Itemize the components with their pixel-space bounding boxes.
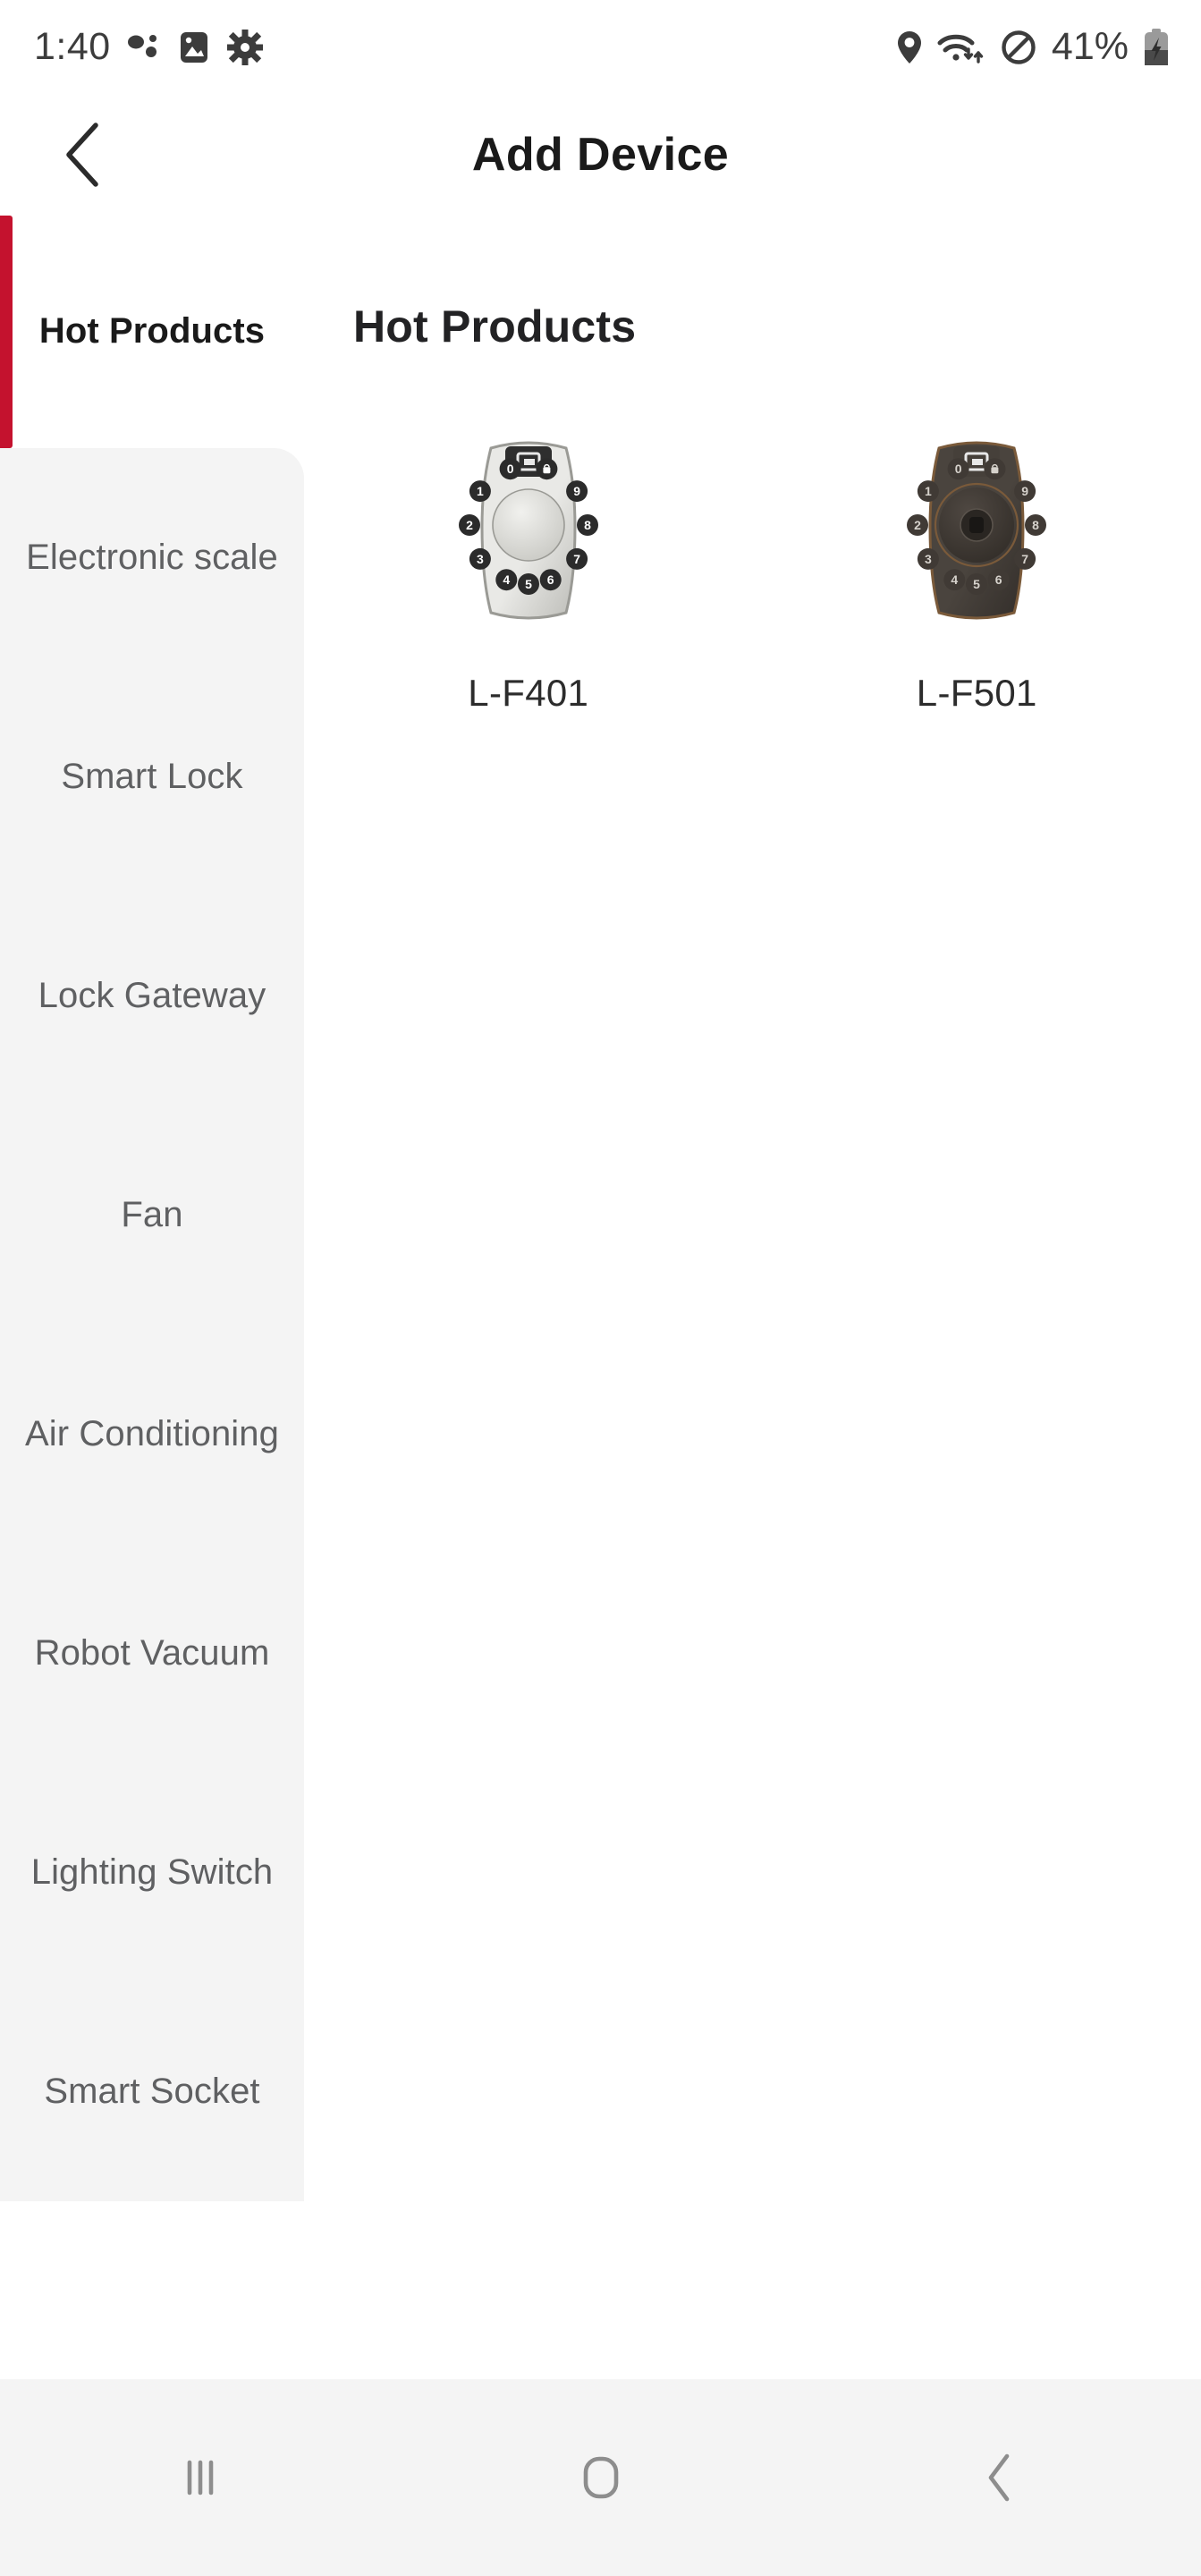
category-sidebar[interactable]: Hot Products Electronic scale Smart Lock Lo… — [0, 216, 304, 2379]
status-bar-left: 1:40 — [34, 25, 264, 69]
svg-text:4: 4 — [503, 572, 510, 587]
sidebar-item-label: Smart Socket — [44, 2071, 260, 2111]
sidebar-item-label: Hot Products — [38, 311, 266, 352]
system-nav-bar — [0, 2379, 1201, 2576]
svg-text:5: 5 — [973, 577, 980, 591]
svg-text:2: 2 — [466, 518, 473, 532]
svg-text:1: 1 — [477, 484, 484, 498]
svg-text:3: 3 — [925, 552, 932, 566]
sidebar-scroll: Hot Products Electronic scale Smart Lock Lo… — [0, 216, 304, 2201]
notification-dots-icon — [127, 34, 156, 57]
product-image: 0 1 2 3 4 5 6 7 8 9 — [426, 428, 631, 634]
chevron-left-icon — [66, 123, 98, 187]
page-title: Add Device — [471, 129, 730, 181]
svg-text:9: 9 — [1021, 484, 1028, 498]
settings-gear-icon — [226, 29, 263, 65]
status-bar-clock: 1:40 — [34, 25, 111, 68]
svg-text:4: 4 — [951, 572, 959, 587]
svg-text:9: 9 — [573, 484, 580, 498]
image-icon — [180, 31, 207, 63]
smart-lock-keypad-icon: 0 1 2 3 4 5 6 7 8 9 — [907, 441, 1047, 620]
back-chevron-icon — [988, 2453, 1010, 2502]
sidebar-item-label: Lighting Switch — [30, 1852, 274, 1892]
sidebar-item-smart-socket[interactable]: Smart Socket — [0, 1982, 304, 2201]
product-card[interactable]: 0 1 2 3 4 5 6 7 8 9 L-F401 — [304, 412, 753, 715]
sidebar-item-electronic-scale[interactable]: Electronic scale — [0, 448, 304, 667]
svg-text:0: 0 — [955, 462, 962, 476]
svg-text:0: 0 — [506, 462, 513, 476]
nav-home-button[interactable] — [401, 2379, 801, 2576]
battery-charging-icon — [1145, 28, 1168, 65]
sidebar-item-fan[interactable]: Fan — [0, 1106, 304, 1325]
product-card[interactable]: 0 1 2 3 45 6 7 8 9 L-F501 — [753, 412, 1201, 715]
svg-text:2: 2 — [914, 518, 921, 532]
nav-recents-button[interactable] — [0, 2379, 401, 2576]
svg-text:8: 8 — [584, 518, 591, 532]
smart-lock-keypad-icon: 0 1 2 3 4 5 6 7 8 9 — [458, 441, 598, 620]
svg-text:7: 7 — [1021, 552, 1028, 566]
content-area: Hot Products Electronic scale Smart Lock Lo… — [0, 216, 1201, 2379]
svg-text:3: 3 — [477, 552, 484, 566]
product-name: L-F401 — [468, 672, 589, 714]
sidebar-item-robot-vacuum[interactable]: Robot Vacuum — [0, 1544, 304, 1763]
wifi-icon — [937, 34, 984, 64]
sidebar-item-lighting-switch[interactable]: Lighting Switch — [0, 1763, 304, 1982]
battery-percent-label: 41% — [1051, 25, 1129, 68]
sidebar-item-hot-products[interactable]: Hot Products — [0, 216, 304, 448]
section-heading: Hot Products — [353, 301, 637, 352]
home-icon — [583, 2456, 618, 2499]
recents-icon — [187, 2460, 214, 2496]
location-pin-icon — [897, 30, 921, 64]
sidebar-item-label: Air Conditioning — [25, 1413, 279, 1453]
sidebar-item-label: Fan — [121, 1194, 183, 1234]
sidebar-item-lock-gateway[interactable]: Lock Gateway — [0, 886, 304, 1106]
sidebar-item-label: Smart Lock — [61, 756, 243, 796]
svg-text:8: 8 — [1032, 518, 1039, 532]
sidebar-item-label: Lock Gateway — [38, 975, 266, 1015]
svg-text:1: 1 — [925, 484, 932, 498]
sidebar-item-label: Electronic scale — [26, 537, 278, 577]
status-bar-right: 41% — [895, 25, 1171, 69]
sidebar-item-label: Robot Vacuum — [34, 1632, 270, 1673]
sidebar-item-air-conditioning[interactable]: Air Conditioning — [0, 1325, 304, 1544]
back-button[interactable] — [43, 114, 125, 196]
svg-text:7: 7 — [573, 552, 580, 566]
app-header: Add Device — [0, 94, 1201, 216]
product-image: 0 1 2 3 45 6 7 8 9 — [874, 428, 1079, 634]
do-not-disturb-icon — [1002, 30, 1036, 64]
sidebar-item-smart-lock[interactable]: Smart Lock — [0, 667, 304, 886]
product-grid: 0123456789 L-F401 0123456789 L-F501 — [304, 412, 1201, 715]
status-bar: 1:40 41% — [0, 0, 1201, 94]
app-screen: 1:40 41% Add Device Hot Products Electro… — [0, 0, 1201, 2576]
svg-text:6: 6 — [995, 572, 1002, 587]
svg-text:5: 5 — [525, 577, 532, 591]
nav-back-button[interactable] — [800, 2379, 1201, 2576]
product-panel: Hot Products 0123456789 L-F401 0 1 2 3 4… — [304, 216, 1201, 2379]
svg-text:6: 6 — [547, 572, 554, 587]
product-name: L-F501 — [916, 672, 1037, 714]
